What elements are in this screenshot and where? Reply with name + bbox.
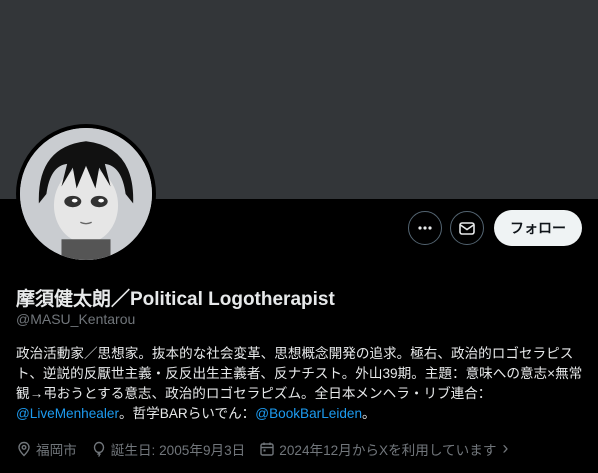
chevron-right-icon: ›	[502, 438, 509, 458]
avatar-image	[20, 128, 152, 260]
bio-text: 。	[362, 406, 376, 421]
profile-meta: 福岡市 誕生日: 2005年9月3日 2024年12月からXを利用しています ›	[16, 438, 508, 459]
location-pin-icon	[18, 441, 30, 456]
bio-text: 政治活動家／思想家。抜本的な社会変革、思想概念開発の追求。極右、政治的ロゴセラピ…	[16, 346, 583, 401]
calendar-icon	[260, 442, 274, 456]
message-button[interactable]	[450, 211, 484, 245]
bio-link-bookbarleiden[interactable]: @BookBarLeiden	[255, 406, 362, 421]
more-icon	[418, 226, 432, 230]
bio-text: 。哲学BARらいでん：	[118, 406, 256, 421]
avatar[interactable]	[16, 124, 156, 264]
joined-text: 2024年12月からXを利用しています	[279, 442, 497, 458]
envelope-icon	[459, 222, 475, 235]
follow-button[interactable]: フォロー	[494, 210, 582, 246]
bio-link-livemenhealer[interactable]: @LiveMenhealer	[16, 406, 119, 421]
location-item: 福岡市	[16, 439, 77, 459]
display-name: 摩須健太朗／Political Logotherapist	[16, 289, 335, 310]
more-button[interactable]	[408, 211, 442, 245]
balloon-icon	[93, 441, 104, 457]
profile-actions: フォロー	[408, 210, 582, 246]
birthday-item: 誕生日: 2005年9月3日	[91, 439, 245, 459]
birthday-text: 誕生日: 2005年9月3日	[110, 442, 246, 458]
profile-bio: 政治活動家／思想家。抜本的な社会変革、思想概念開発の追求。極右、政治的ロゴセラピ…	[16, 344, 584, 424]
location-text: 福岡市	[36, 442, 77, 458]
user-handle: @MASU_Kentarou	[16, 311, 136, 327]
joined-item[interactable]: 2024年12月からXを利用しています ›	[259, 438, 508, 459]
